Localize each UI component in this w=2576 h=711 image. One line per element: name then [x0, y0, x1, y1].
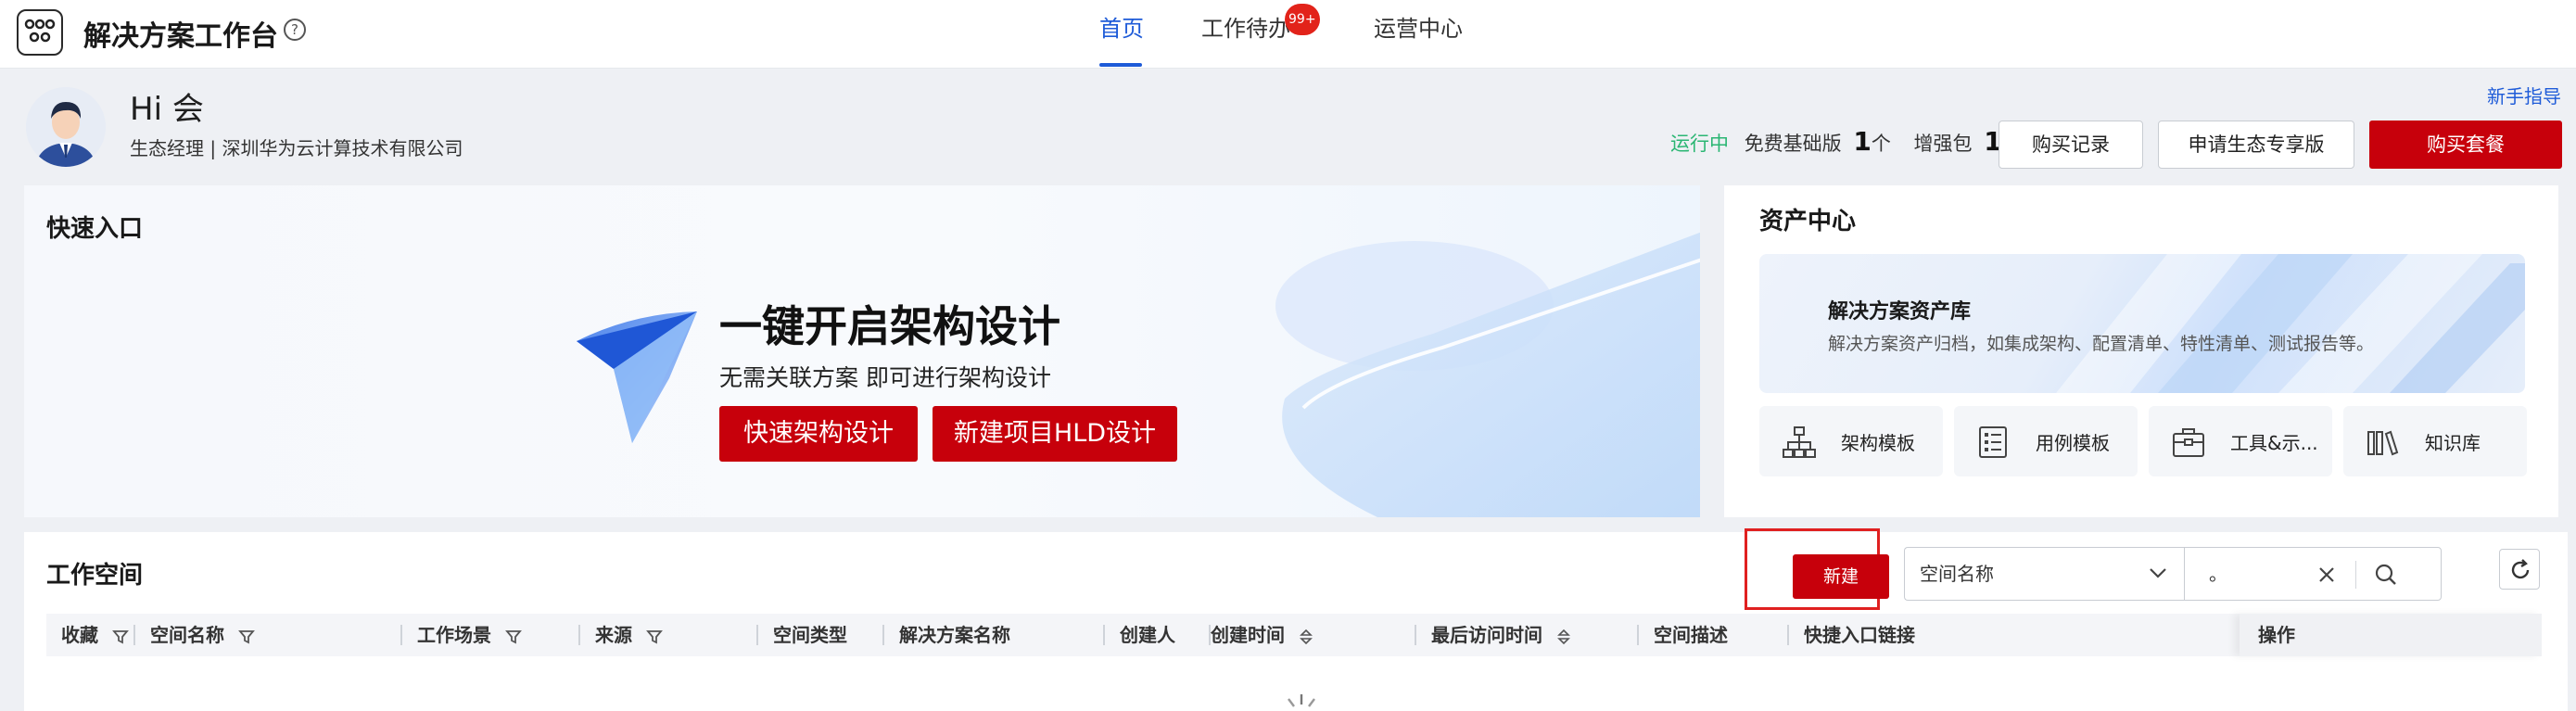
filter-icon[interactable] [646, 628, 663, 645]
asset-library-title: 解决方案资产库 [1828, 300, 1972, 324]
hero-subtitle: 无需关联方案 即可进行架构设计 [719, 364, 1051, 391]
workspace-title: 工作空间 [46, 562, 144, 590]
hierarchy-icon [1783, 426, 1816, 458]
knowledge-base-tile[interactable]: 知识库 [2343, 406, 2527, 476]
nav-operations[interactable]: 运营中心 [1374, 0, 1463, 69]
column-favorite-label: 收藏 [61, 624, 98, 646]
search-divider [2355, 561, 2356, 589]
search-input-value: 。 [2209, 563, 2227, 585]
beginner-guide-link[interactable]: 新手指导 [2487, 82, 2561, 108]
help-icon[interactable]: ? [284, 19, 306, 41]
column-actions: 操作 [2258, 624, 2295, 646]
use-case-template-tile[interactable]: 用例模板 [1954, 406, 2138, 476]
plus-package-label: 增强包 [1913, 133, 1973, 155]
hero-title: 一键开启架构设计 [719, 301, 1060, 351]
refresh-icon [2511, 559, 2530, 579]
column-created-time[interactable]: 创建时间 [1211, 614, 1313, 656]
column-shortcut-link: 快捷入口链接 [1804, 624, 1915, 646]
column-space-name-label: 空间名称 [150, 624, 224, 646]
architecture-template-label: 架构模板 [1841, 432, 1915, 454]
filter-icon[interactable] [505, 628, 522, 645]
nav-active-indicator [1099, 63, 1142, 67]
tools-examples-label: 工具&示... [2230, 432, 2318, 454]
free-edition-label: 免费基础版 [1744, 133, 1842, 155]
top-bar: 解决方案工作台 ? 首页 工作待办 99+ 运营中心 [0, 0, 2576, 69]
column-space-type: 空间类型 [773, 624, 847, 646]
column-separator [578, 625, 580, 645]
loading-spinner-icon [1288, 694, 1315, 707]
search-field-select[interactable]: 空间名称 [1904, 547, 2184, 601]
quick-entry-title: 快速入口 [46, 215, 144, 243]
avatar [26, 87, 106, 167]
column-actions-fixed: 操作 [2240, 614, 2542, 656]
filter-icon[interactable] [112, 628, 129, 645]
column-separator [1415, 625, 1416, 645]
free-edition-count: 1 [1853, 126, 1872, 157]
nav-todo[interactable]: 工作待办 [1201, 0, 1290, 69]
column-separator [882, 625, 884, 645]
buy-package-button[interactable]: 购买套餐 [2369, 121, 2562, 169]
solution-asset-library-banner[interactable]: 解决方案资产库 解决方案资产归档，如集成架构、配置清单、特性清单、测试报告等。 [1759, 254, 2525, 393]
new-workspace-button[interactable]: 新建 [1793, 554, 1889, 599]
asset-center-card: 资产中心 解决方案资产库 解决方案资产归档，如集成架构、配置清单、特性清单、测试… [1724, 185, 2558, 517]
subscription-status: 运行中 免费基础版 1个 增强包 1个 [1670, 126, 2022, 159]
app-title: 解决方案工作台 [83, 20, 278, 53]
knowledge-base-label: 知识库 [2425, 432, 2481, 454]
column-creator: 创建人 [1120, 624, 1175, 646]
paper-plane-icon [577, 311, 697, 443]
new-hld-design-button[interactable]: 新建项目HLD设计 [933, 406, 1177, 462]
search-icon[interactable] [2374, 563, 2398, 587]
column-source-label: 来源 [595, 624, 632, 646]
column-work-scenario[interactable]: 工作场景 [417, 614, 522, 656]
column-separator [1103, 625, 1105, 645]
column-source[interactable]: 来源 [595, 614, 663, 656]
column-separator [756, 625, 758, 645]
column-space-description: 空间描述 [1654, 624, 1728, 646]
column-created-time-label: 创建时间 [1211, 624, 1285, 646]
clear-icon[interactable] [2316, 565, 2337, 585]
purchase-history-button[interactable]: 购买记录 [1999, 121, 2143, 169]
column-work-scenario-label: 工作场景 [417, 624, 491, 646]
sort-icon[interactable] [1299, 628, 1313, 646]
books-icon [2367, 430, 2399, 456]
sort-icon[interactable] [1556, 628, 1571, 646]
toolbox-icon [2173, 428, 2204, 457]
profile-bar: Hi 会 生态经理 | 深圳华为云计算技术有限公司 新手指导 运行中 免费基础版… [0, 69, 2576, 178]
document-list-icon [1979, 426, 2007, 458]
workspace-table-header: 收藏 空间名称 工作场景 来源 空间类型 解决方案名称 创建人 创建时间 最后访… [46, 614, 2542, 656]
free-edition-unit: 个 [1871, 133, 1891, 155]
architecture-template-tile[interactable]: 架构模板 [1759, 406, 1943, 476]
nav-home[interactable]: 首页 [1099, 0, 1144, 69]
app-logo-icon[interactable] [17, 9, 63, 56]
column-separator [133, 625, 135, 645]
column-space-name[interactable]: 空间名称 [150, 614, 255, 656]
tools-examples-tile[interactable]: 工具&示... [2149, 406, 2332, 476]
refresh-button[interactable] [2499, 549, 2540, 590]
organization-info: 生态经理 | 深圳华为云计算技术有限公司 [130, 137, 463, 159]
column-separator [1637, 625, 1639, 645]
decorative-background-shape [1275, 232, 1700, 517]
column-last-visit-time-label: 最后访问时间 [1431, 624, 1542, 646]
asset-center-title: 资产中心 [1759, 208, 1857, 235]
search-field-select-value: 空间名称 [1920, 563, 1994, 585]
greeting: Hi 会 [130, 91, 204, 128]
quick-architecture-design-button[interactable]: 快速架构设计 [719, 406, 918, 462]
column-separator [400, 625, 402, 645]
asset-library-description: 解决方案资产归档，如集成架构、配置清单、特性清单、测试报告等。 [1828, 334, 2375, 354]
chevron-down-icon [2150, 568, 2166, 578]
status-running-text: 运行中 [1670, 133, 1729, 155]
filter-icon[interactable] [238, 628, 255, 645]
column-solution-name: 解决方案名称 [899, 624, 1010, 646]
use-case-template-label: 用例模板 [2036, 432, 2110, 454]
column-separator [1787, 625, 1789, 645]
apply-exclusive-edition-button[interactable]: 申请生态专享版 [2158, 121, 2354, 169]
column-favorite[interactable]: 收藏 [61, 614, 129, 656]
quick-entry-card: 快速入口 一键开启架构设计 无需关联方案 即可进行架构设计 快速架构设计 新建项… [24, 185, 1700, 517]
workspace-search-input[interactable]: 。 [2184, 547, 2442, 601]
todo-count-badge: 99+ [1285, 4, 1320, 35]
column-last-visit-time[interactable]: 最后访问时间 [1431, 614, 1571, 656]
